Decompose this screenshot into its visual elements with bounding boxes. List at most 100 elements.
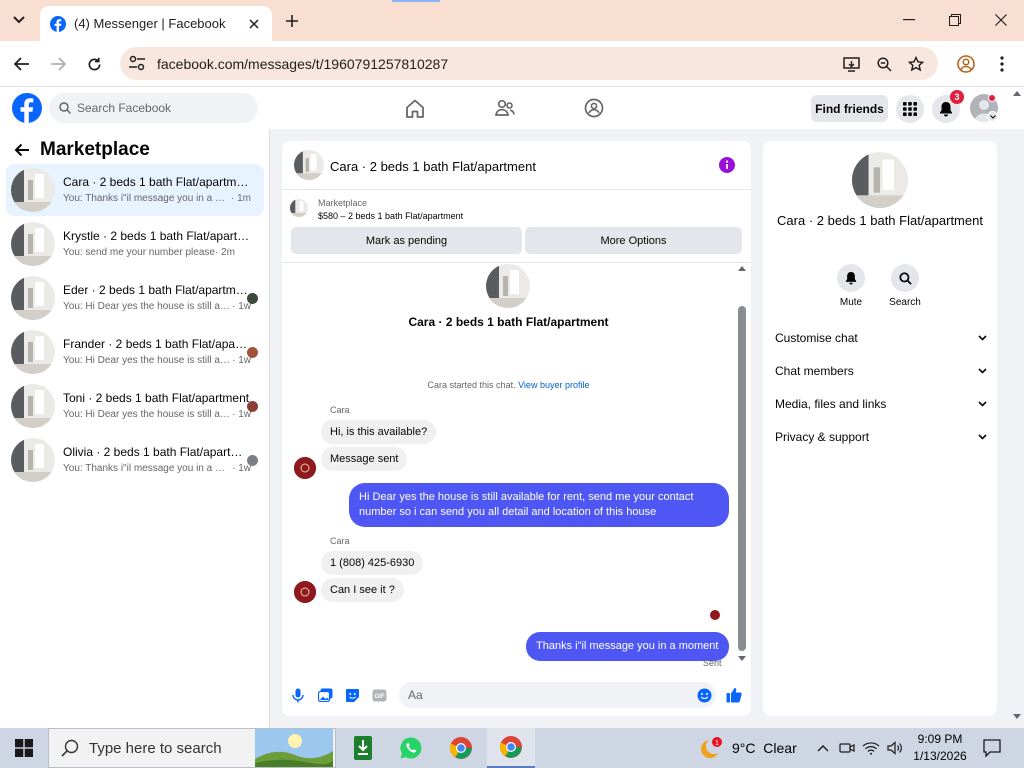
notification-center-icon[interactable] xyxy=(982,738,1002,758)
menu-button[interactable] xyxy=(896,95,924,123)
outgoing-message[interactable]: Thanks i"il message you in a moment xyxy=(526,632,729,661)
facebook-search-input[interactable] xyxy=(77,101,247,115)
find-friends-button[interactable]: Find friends xyxy=(811,95,888,122)
listing-price-title[interactable]: $580 – 2 beds 1 bath Flat/apartment xyxy=(318,211,463,221)
search-action[interactable]: Search xyxy=(880,264,930,308)
incoming-message[interactable]: 1 (808) 425-6930 xyxy=(321,551,424,575)
search-highlight-image-icon xyxy=(255,729,333,767)
new-tab-button[interactable] xyxy=(281,10,303,32)
bookmark-star-icon[interactable] xyxy=(907,55,925,73)
browser-tab[interactable]: (4) Messenger | Facebook xyxy=(40,6,272,41)
photo-icon[interactable] xyxy=(317,687,333,703)
info-icon[interactable] xyxy=(719,157,735,173)
svg-text:1: 1 xyxy=(715,740,719,747)
thread-scrollbar[interactable] xyxy=(738,306,746,651)
sender-name: Cara xyxy=(330,536,350,546)
groups-nav-button[interactable] xyxy=(582,97,606,119)
home-nav-button[interactable] xyxy=(403,97,427,119)
outgoing-message[interactable]: Hi Dear yes the house is still available… xyxy=(349,483,729,527)
chrome-icon xyxy=(499,736,522,758)
install-app-icon[interactable] xyxy=(842,55,860,73)
taskbar-search[interactable]: Type here to search xyxy=(48,728,336,768)
site-info-icon[interactable] xyxy=(128,55,146,71)
weather-widget[interactable]: 1 9°C Clear xyxy=(698,736,797,760)
sender-avatar[interactable] xyxy=(294,581,316,603)
taskbar-app-downloader[interactable] xyxy=(339,728,387,768)
incoming-message[interactable]: Message sent xyxy=(321,447,408,471)
conversation-item[interactable]: Cara · 2 beds 1 bath Flat/apartment You:… xyxy=(6,164,264,216)
volume-icon[interactable] xyxy=(886,739,904,757)
close-tab-icon[interactable] xyxy=(246,16,262,32)
conversation-item[interactable]: Olivia · 2 beds 1 bath Flat/apartment Yo… xyxy=(6,434,264,486)
conversation-info-panel: Cara · 2 beds 1 bath Flat/apartment Mute… xyxy=(763,141,997,716)
message-input-box[interactable] xyxy=(399,682,716,708)
page-scrollbar[interactable] xyxy=(1010,87,1024,728)
back-button[interactable] xyxy=(10,52,34,76)
reload-button[interactable] xyxy=(82,52,106,76)
show-hidden-icons-button[interactable] xyxy=(814,739,832,757)
sender-avatar[interactable] xyxy=(294,457,316,479)
chat-members-section[interactable]: Chat members xyxy=(775,361,987,381)
taskbar-app-chrome[interactable] xyxy=(437,728,485,768)
microphone-icon[interactable] xyxy=(290,687,306,703)
chat-avatar[interactable] xyxy=(294,150,324,180)
facebook-search-box[interactable] xyxy=(49,93,258,123)
mute-action[interactable]: Mute xyxy=(826,264,876,308)
scroll-down-arrow-icon[interactable] xyxy=(737,655,747,663)
thumbs-up-icon[interactable] xyxy=(726,687,742,703)
conversation-item[interactable]: Toni · 2 beds 1 bath Flat/apartment You:… xyxy=(6,380,264,432)
listing-thumbnail xyxy=(290,199,308,217)
conversation-preview: You: Thanks i"il message you in a moment… xyxy=(63,193,251,204)
zoom-icon[interactable] xyxy=(875,55,893,73)
media-files-links-section[interactable]: Media, files and links xyxy=(775,394,987,414)
browser-toolbar: facebook.com/messages/t/1960791257810287 xyxy=(0,41,1024,87)
system-clock[interactable]: 9:09 PM 1/13/2026 xyxy=(910,731,970,765)
grid-menu-icon xyxy=(903,102,917,116)
chrome-icon xyxy=(449,737,472,759)
chat-title[interactable]: Cara · 2 beds 1 bath Flat/apartment xyxy=(330,159,536,174)
conversation-item[interactable]: Frander · 2 beds 1 bath Flat/apartment Y… xyxy=(6,326,264,378)
taskbar-app-chrome-active[interactable] xyxy=(487,728,535,768)
meet-now-icon[interactable] xyxy=(838,739,856,757)
conversation-name: Cara · 2 beds 1 bath Flat/apartment xyxy=(63,175,251,189)
chrome-profile-button[interactable] xyxy=(954,52,978,76)
privacy-support-section[interactable]: Privacy & support xyxy=(775,427,987,447)
mark-pending-button[interactable]: Mark as pending xyxy=(291,227,522,254)
listing-thumbnail xyxy=(11,384,55,428)
notification-badge: 3 xyxy=(950,90,964,104)
restore-button[interactable] xyxy=(932,0,978,40)
message-thread: Cara · 2 beds 1 bath Flat/apartment Cara… xyxy=(282,264,751,674)
message-input[interactable] xyxy=(408,688,678,702)
sidebar-header: Marketplace xyxy=(14,139,150,161)
facebook-logo-icon[interactable] xyxy=(12,93,42,123)
search-icon xyxy=(61,739,79,757)
gif-icon[interactable]: GIF xyxy=(371,687,387,703)
tab-search-button[interactable] xyxy=(6,9,32,31)
scroll-up-arrow-icon[interactable] xyxy=(737,264,747,272)
bell-icon xyxy=(845,272,857,285)
account-chevron[interactable] xyxy=(987,111,998,122)
close-window-button[interactable] xyxy=(978,0,1024,40)
incoming-message[interactable]: Can I see it ? xyxy=(321,578,404,602)
conversation-item[interactable]: Eder · 2 beds 1 bath Flat/apartment You:… xyxy=(6,272,264,324)
network-icon[interactable] xyxy=(862,739,880,757)
restore-icon xyxy=(949,14,961,26)
back-arrow-icon[interactable] xyxy=(14,143,30,157)
sticker-icon[interactable] xyxy=(344,687,360,703)
chevron-down-icon xyxy=(978,368,987,374)
chrome-menu-button[interactable] xyxy=(990,52,1014,76)
forward-button[interactable] xyxy=(46,52,70,76)
friends-nav-button[interactable] xyxy=(493,97,517,119)
view-buyer-profile-link[interactable]: View buyer profile xyxy=(518,380,589,390)
taskbar-app-whatsapp[interactable] xyxy=(387,728,435,768)
conversation-item[interactable]: Krystle · 2 beds 1 bath Flat/apartment Y… xyxy=(6,218,264,270)
customise-chat-section[interactable]: Customise chat xyxy=(775,328,987,348)
address-bar[interactable]: facebook.com/messages/t/1960791257810287 xyxy=(120,47,938,80)
minimize-button[interactable] xyxy=(886,0,932,40)
conversation-preview: You: Hi Dear yes the house is still avai… xyxy=(63,301,251,312)
plus-icon xyxy=(286,15,298,27)
emoji-icon[interactable] xyxy=(696,687,712,703)
more-options-button[interactable]: More Options xyxy=(525,227,742,254)
incoming-message[interactable]: Hi, is this available? xyxy=(321,420,437,444)
start-button[interactable] xyxy=(0,728,48,768)
